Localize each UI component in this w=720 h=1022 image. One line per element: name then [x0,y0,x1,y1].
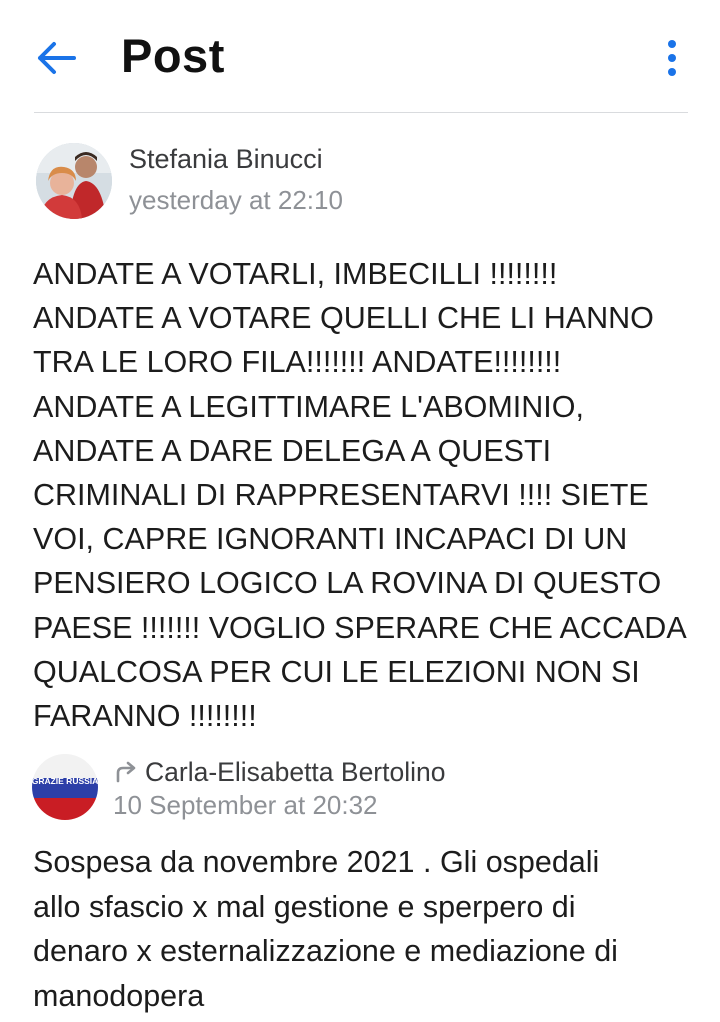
arrow-left-icon [38,42,76,74]
more-options-button[interactable] [660,38,684,78]
page-title: Post [121,29,225,82]
back-button[interactable] [34,38,78,78]
shared-author-name[interactable]: Carla-Elisabetta Bertolino [145,757,445,788]
author-avatar[interactable] [36,143,112,219]
more-vertical-icon [668,40,676,76]
post-body-text: ANDATE A VOTARLI, IMBECILLI !!!!!!!! AND… [33,257,687,734]
post-author-name[interactable]: Stefania Binucci [129,144,323,175]
shared-body-text: Sospesa da novembre 2021 . Gli ospedali … [33,845,618,1013]
profile-photo [36,143,112,219]
share-arrow-icon [116,761,136,783]
profile-flag-image: GRAZIE RUSSIA [32,754,98,820]
avatar-text: GRAZIE RUSSIA [32,776,98,786]
shared-timestamp[interactable]: 10 September at 20:32 [113,790,378,821]
shared-header: Carla-Elisabetta Bertolino [113,754,445,790]
header-divider [34,112,688,113]
post-timestamp[interactable]: yesterday at 22:10 [129,185,343,216]
shared-author-avatar[interactable]: GRAZIE RUSSIA [32,754,98,820]
app-header: Post [0,0,720,113]
